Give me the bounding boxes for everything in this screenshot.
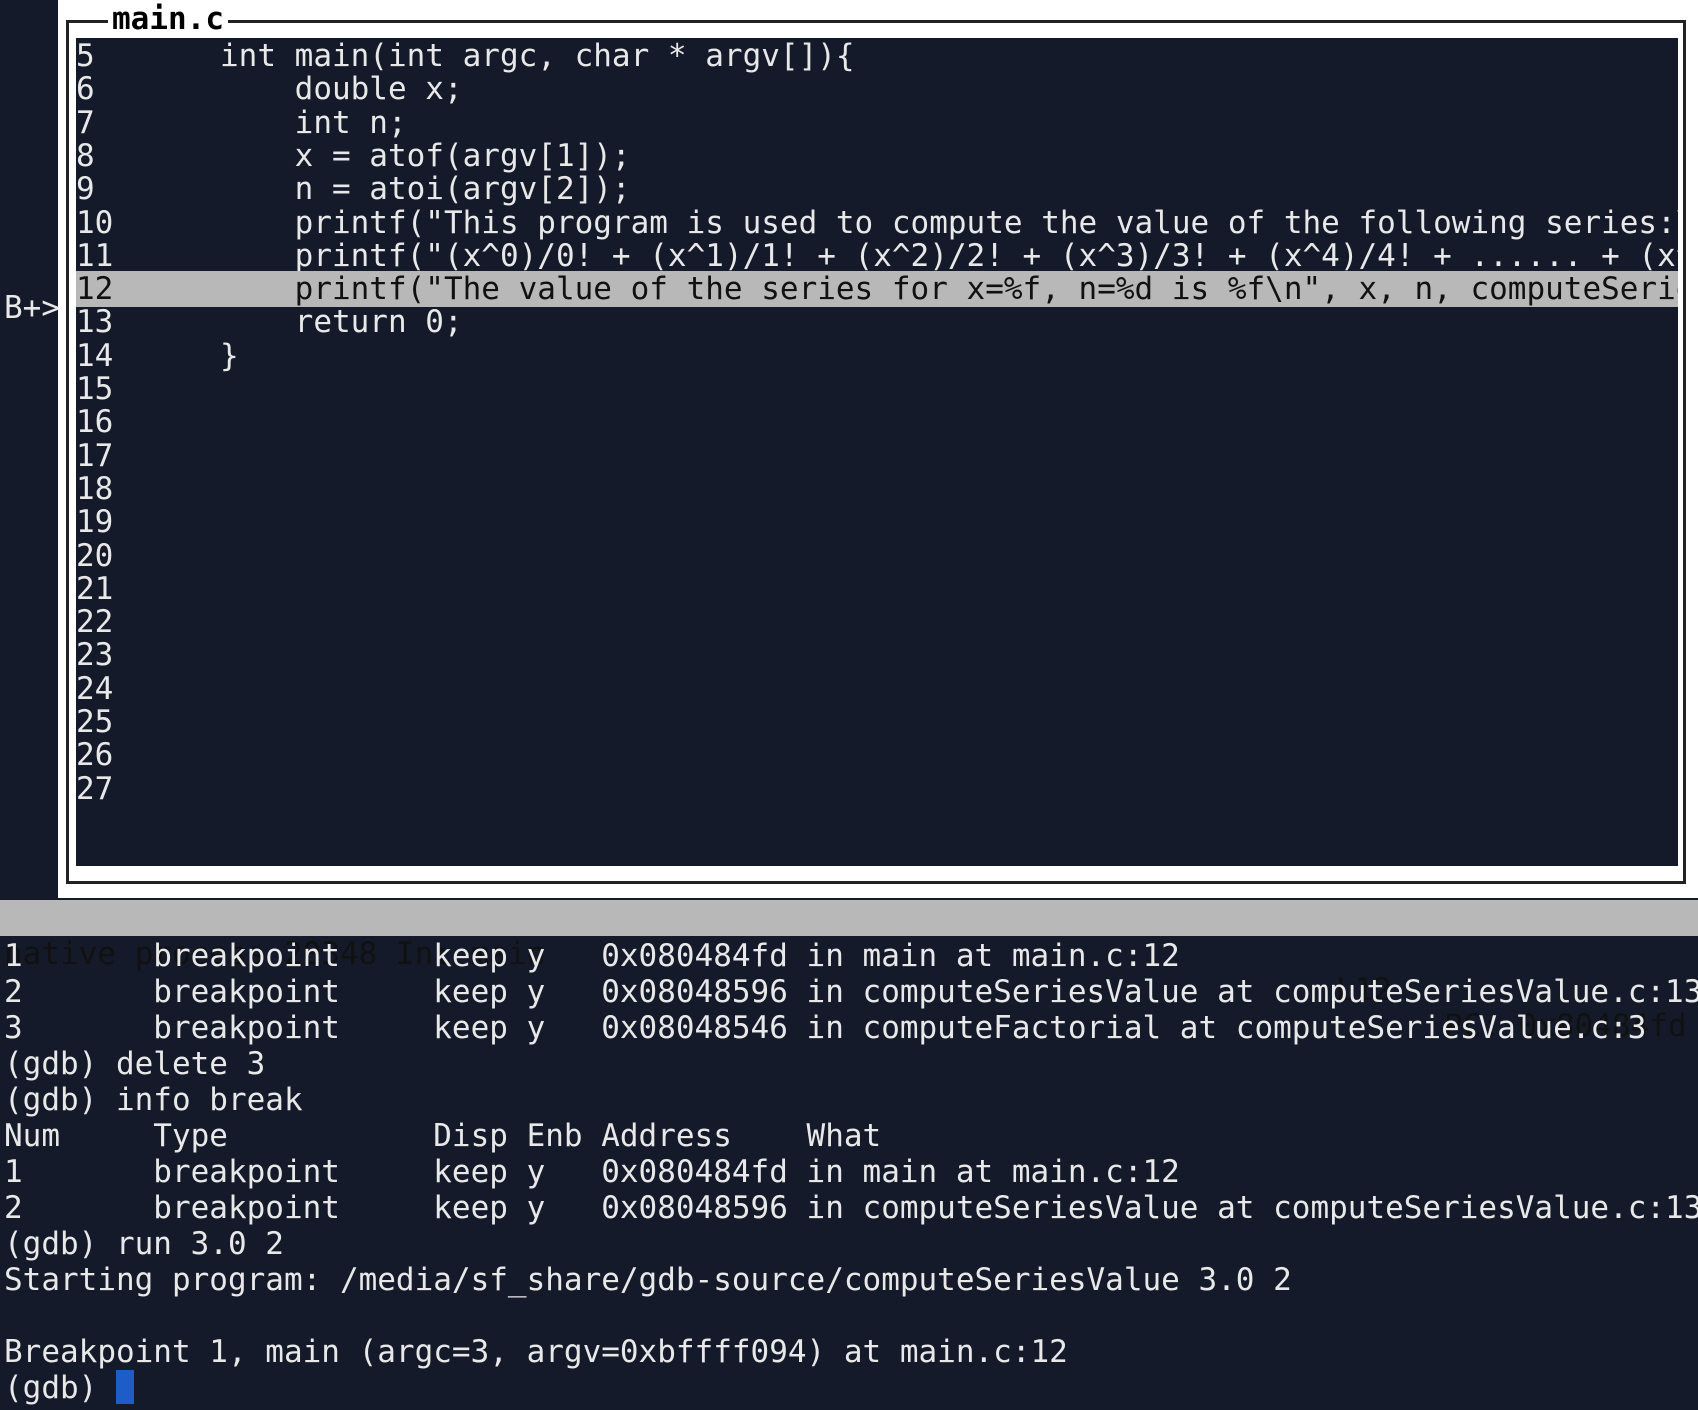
- source-line: 22: [76, 604, 1678, 640]
- source-line: 23: [76, 637, 1678, 673]
- line-number: 6: [76, 71, 95, 108]
- line-number: 20: [76, 537, 114, 574]
- source-line: 21: [76, 571, 1678, 607]
- line-code: printf("(x^0)/0! + (x^1)/1! + (x^2)/2! +…: [220, 237, 1678, 274]
- console-line: (gdb) run 3.0 2: [4, 1226, 284, 1262]
- source-line: 8 x = atof(argv[1]);: [76, 138, 1678, 174]
- source-line: 9 n = atoi(argv[2]);: [76, 171, 1678, 207]
- line-number: 19: [76, 504, 114, 541]
- line-number: 12: [76, 271, 114, 308]
- line-number: 25: [76, 704, 114, 740]
- line-code: int main(int argc, char * argv[]){: [220, 38, 855, 74]
- line-code: x = atof(argv[1]);: [220, 137, 631, 174]
- source-line: 11 printf("(x^0)/0! + (x^1)/1! + (x^2)/2…: [76, 238, 1678, 274]
- source-line: 17: [76, 438, 1678, 474]
- source-line: 19: [76, 504, 1678, 540]
- source-line: 25: [76, 704, 1678, 740]
- source-line: 7 int n;: [76, 105, 1678, 141]
- line-number: 8: [76, 137, 95, 174]
- gdb-console[interactable]: 1 breakpoint keep y 0x080484fd in main a…: [4, 938, 1698, 1406]
- console-line: Num Type Disp Enb Address What: [4, 1118, 882, 1154]
- source-line: 13 return 0;: [76, 304, 1678, 340]
- line-code: return 0;: [220, 304, 463, 341]
- source-line: 20: [76, 538, 1678, 574]
- source-line: 26: [76, 737, 1678, 773]
- gdb-tui-screen: main.c B+> 5 int main(int argc, char * ar…: [0, 0, 1698, 1410]
- source-line: 16: [76, 404, 1678, 440]
- source-line: 18: [76, 471, 1678, 507]
- line-number: 7: [76, 104, 95, 141]
- console-line: 1 breakpoint keep y 0x080484fd in main a…: [4, 938, 1180, 974]
- line-number: 17: [76, 437, 114, 474]
- console-line: 3 breakpoint keep y 0x08048546 in comput…: [4, 1010, 1647, 1046]
- line-number: 5: [76, 38, 95, 74]
- source-line: 6 double x;: [76, 71, 1678, 107]
- console-line: 2 breakpoint keep y 0x08048596 in comput…: [4, 974, 1698, 1010]
- line-number: 18: [76, 470, 114, 507]
- line-number: 9: [76, 171, 95, 208]
- text-cursor: [115, 1370, 134, 1404]
- line-number: 23: [76, 637, 114, 674]
- source-code-view[interactable]: 5 int main(int argc, char * argv[]){6 dou…: [76, 38, 1678, 866]
- line-code: printf("The value of the series for x=%f…: [220, 271, 1678, 308]
- line-number: 14: [76, 337, 114, 374]
- line-number: 10: [76, 204, 114, 241]
- console-line: Breakpoint 1, main (argc=3, argv=0xbffff…: [4, 1334, 1068, 1370]
- line-code: int n;: [220, 104, 407, 141]
- line-number: 21: [76, 570, 114, 607]
- console-line: (gdb) info break: [4, 1082, 303, 1118]
- line-number: 11: [76, 237, 114, 274]
- breakpoint-marker: B+>: [4, 290, 60, 326]
- source-line: 10 printf("This program is used to compu…: [76, 205, 1678, 241]
- line-number: 27: [76, 770, 114, 807]
- source-line-current: 12 printf("The value of the series for x…: [76, 271, 1678, 308]
- line-code: }: [220, 337, 239, 374]
- source-line: 27: [76, 771, 1678, 807]
- console-prompt-line[interactable]: (gdb): [4, 1370, 1694, 1406]
- gdb-prompt: (gdb): [4, 1370, 116, 1406]
- console-line: (gdb) delete 3: [4, 1046, 266, 1082]
- line-code: printf("This program is used to compute …: [220, 204, 1678, 241]
- line-number: 26: [76, 737, 114, 774]
- line-number: 24: [76, 670, 114, 707]
- console-line: Starting program: /media/sf_share/gdb-so…: [4, 1262, 1292, 1298]
- line-number: 13: [76, 304, 114, 341]
- line-number: 15: [76, 371, 114, 407]
- source-window-title: main.c: [108, 2, 228, 36]
- source-line: 5 int main(int argc, char * argv[]){: [76, 38, 1678, 74]
- line-code: double x;: [220, 71, 463, 108]
- line-number: 16: [76, 404, 114, 441]
- source-line: 15: [76, 371, 1678, 407]
- line-number: 22: [76, 604, 114, 641]
- line-code: n = atoi(argv[2]);: [220, 171, 631, 208]
- source-line: 24: [76, 671, 1678, 707]
- source-line: 14}: [76, 338, 1678, 374]
- console-line: 1 breakpoint keep y 0x080484fd in main a…: [4, 1154, 1180, 1190]
- status-bar: native process 20348 In: main L12 PC: 0x…: [0, 900, 1698, 1044]
- console-line: 2 breakpoint keep y 0x08048596 in comput…: [4, 1190, 1698, 1226]
